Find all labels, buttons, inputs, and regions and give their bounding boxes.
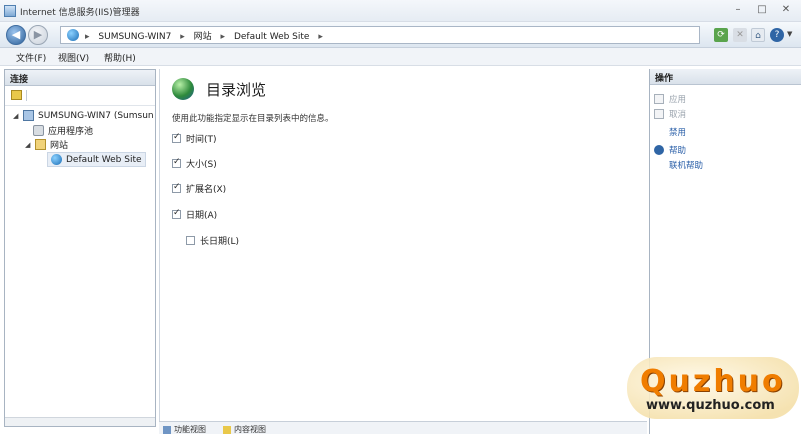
breadcrumb-separator: ▸ (318, 32, 323, 42)
content-view-icon (223, 425, 231, 434)
online-help-action[interactable]: 联机帮助 (669, 159, 703, 171)
forward-button[interactable]: ▶ (28, 25, 48, 45)
action-label: 联机帮助 (669, 161, 704, 171)
connections-panel: 连接 ◢ SUMSUNG-WIN7 (Sumsun 应用程序池 ◢ 网站 Def… (4, 69, 156, 427)
breadcrumb[interactable]: ▸ SUMSUNG-WIN7 ▸ 网站 ▸ Default Web Site ▸ (60, 26, 700, 44)
tree-item-server[interactable]: ◢ SUMSUNG-WIN7 (Sumsun (13, 110, 154, 121)
tree-item-label: SUMSUNG-WIN7 (Sumsun (38, 110, 154, 121)
breadcrumb-item-sites[interactable]: 网站 (194, 32, 212, 42)
checkbox-extension[interactable]: 扩展名(X) (172, 182, 226, 195)
actions-header: 操作 (650, 69, 801, 85)
connections-toolbar (5, 86, 155, 106)
create-connection-icon[interactable] (11, 90, 22, 100)
help-action[interactable]: 帮助 (654, 144, 686, 156)
tab-label: 功能视图 (174, 425, 206, 434)
address-bar: ◀ ▶ ▸ SUMSUNG-WIN7 ▸ 网站 ▸ Default Web Si… (0, 22, 801, 48)
tree-item-label: 网站 (50, 141, 69, 151)
menu-file[interactable]: 文件(F) (16, 51, 46, 64)
action-label: 取消 (669, 110, 687, 120)
globe-icon (51, 154, 62, 165)
directory-browsing-icon (172, 78, 194, 100)
connections-header: 连接 (5, 70, 155, 86)
window-title: Internet 信息服务(IIS)管理器 (20, 8, 140, 18)
features-view-icon (163, 425, 171, 434)
breadcrumb-item-server[interactable]: SUMSUNG-WIN7 (98, 32, 171, 42)
app-pool-icon (33, 125, 44, 136)
help-icon (654, 145, 664, 155)
checkbox-label: 扩展名(X) (186, 185, 227, 195)
chevron-down-icon[interactable]: ◢ (13, 112, 21, 120)
apply-icon (654, 94, 664, 104)
minimize-button[interactable]: – (726, 2, 750, 18)
tree-item-app-pools[interactable]: 应用程序池 (33, 124, 93, 137)
toolbar-divider (26, 90, 27, 101)
chevron-down-icon[interactable]: ◢ (25, 141, 33, 149)
checkbox-date[interactable]: 日期(A) (172, 208, 217, 221)
apply-action[interactable]: 应用 (654, 93, 686, 105)
maximize-button[interactable]: □ (750, 2, 774, 18)
menu-view[interactable]: 视图(V) (58, 51, 89, 64)
tree-item-label: 应用程序池 (48, 127, 94, 137)
globe-icon (67, 29, 79, 41)
view-tabs: 功能视图 内容视图 (159, 421, 647, 434)
feature-panel: 目录浏览 使用此功能指定显示在目录列表中的信息。 时间(T) 大小(S) 扩展名… (159, 69, 647, 421)
checkbox-box[interactable] (172, 132, 181, 143)
close-button[interactable]: ✕ (774, 2, 798, 18)
checkbox-box[interactable] (172, 182, 181, 193)
tab-content-view[interactable]: 内容视图 (223, 424, 266, 434)
tab-features-view[interactable]: 功能视图 (163, 424, 206, 434)
iis-app-icon (4, 5, 16, 17)
checkbox-label: 日期(A) (186, 211, 218, 221)
horizontal-scrollbar[interactable] (5, 417, 155, 426)
folder-icon (35, 139, 46, 150)
checkbox-label: 时间(T) (186, 135, 217, 145)
checkbox-box[interactable] (172, 157, 181, 168)
action-label: 禁用 (669, 128, 687, 138)
tree-item-default-web-site[interactable]: Default Web Site (47, 152, 146, 167)
breadcrumb-separator: ▸ (85, 32, 90, 42)
feature-description: 使用此功能指定显示在目录列表中的信息。 (172, 114, 334, 124)
computer-icon (23, 110, 34, 121)
watermark-url: www.quzhuo.com (646, 398, 775, 413)
chevron-down-icon[interactable]: ▼ (787, 30, 792, 38)
watermark-logo: Quzhuo (640, 364, 786, 399)
menu-bar: 文件(F) 视图(V) 帮助(H) (0, 48, 801, 66)
title-bar: Internet 信息服务(IIS)管理器 – □ ✕ (0, 0, 801, 22)
menu-help[interactable]: 帮助(H) (104, 51, 136, 64)
help-icon[interactable]: ? (770, 28, 784, 42)
checkbox-label: 长日期(L) (200, 237, 240, 247)
checkbox-size[interactable]: 大小(S) (172, 157, 217, 170)
stop-icon[interactable]: ✕ (733, 28, 747, 42)
cancel-action[interactable]: 取消 (654, 108, 686, 120)
page-title: 目录浏览 (206, 81, 267, 99)
tab-label: 内容视图 (234, 425, 266, 434)
back-button[interactable]: ◀ (6, 25, 26, 45)
checkbox-box[interactable] (172, 208, 181, 219)
cancel-icon (654, 109, 664, 119)
action-label: 帮助 (669, 146, 687, 156)
tree-item-sites[interactable]: ◢ 网站 (25, 138, 68, 151)
checkbox-box[interactable] (186, 236, 195, 245)
home-icon[interactable]: ⌂ (751, 28, 765, 42)
tree-item-label: Default Web Site (66, 154, 142, 165)
action-label: 应用 (669, 95, 687, 105)
breadcrumb-separator: ▸ (180, 32, 185, 42)
checkbox-time[interactable]: 时间(T) (172, 132, 217, 145)
checkbox-long-date[interactable]: 长日期(L) (186, 234, 239, 247)
breadcrumb-separator: ▸ (220, 32, 226, 42)
refresh-icon[interactable]: ⟳ (714, 28, 728, 42)
disable-action[interactable]: 禁用 (669, 126, 686, 138)
breadcrumb-item-site[interactable]: Default Web Site (234, 32, 310, 42)
checkbox-label: 大小(S) (186, 160, 217, 170)
